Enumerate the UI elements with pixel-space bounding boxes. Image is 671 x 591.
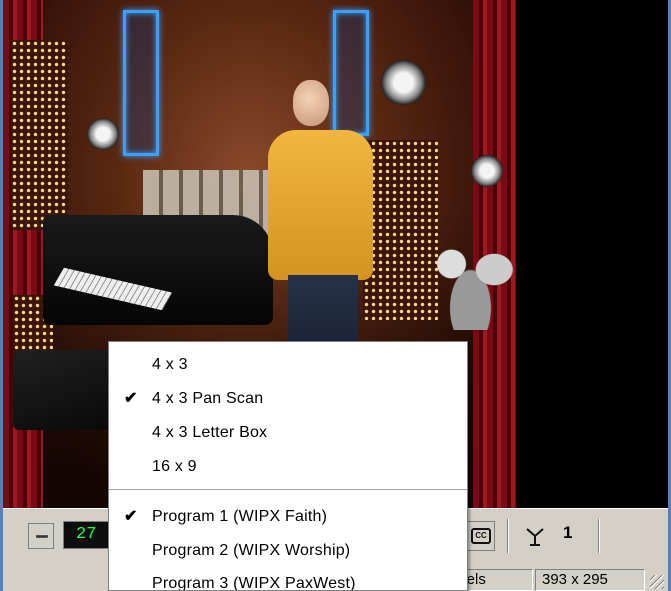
presenter-body — [268, 130, 373, 280]
neon-pillar-left — [123, 10, 159, 156]
menu-item-aspect-letter-box[interactable]: 4 x 3 Letter Box — [109, 416, 467, 450]
menu-item-program-2[interactable]: Program 2 (WIPX Worship) — [109, 534, 467, 568]
letterbox-area — [516, 0, 668, 508]
menu-item-label: 4 x 3 Letter Box — [152, 424, 268, 441]
closed-caption-button[interactable]: CC — [465, 521, 495, 551]
menu-item-label: 4 x 3 — [152, 356, 188, 373]
check-icon: ✔ — [124, 508, 138, 525]
toolbar-separator — [507, 519, 509, 553]
menu-item-program-3[interactable]: Program 3 (WIPX PaxWest) — [109, 567, 467, 591]
menu-item-label: 16 x 9 — [152, 458, 197, 475]
antenna-button[interactable] — [516, 521, 552, 551]
antenna-icon — [526, 528, 544, 546]
presenter-head — [293, 80, 329, 126]
channel-down-button[interactable] — [28, 523, 54, 549]
menu-separator — [109, 489, 467, 491]
toolbar-separator — [598, 519, 600, 553]
menu-item-program-1[interactable]: ✔ Program 1 (WIPX Faith) — [109, 500, 467, 534]
presenter-legs — [288, 275, 358, 350]
status-resolution: 393 x 295 — [535, 569, 645, 591]
channel-number-display: 27 — [63, 521, 113, 549]
menu-item-aspect-16x9[interactable]: 16 x 9 — [109, 450, 467, 484]
antenna-count: 1 — [563, 523, 573, 542]
cc-icon: CC — [471, 528, 491, 544]
drum-kit — [423, 220, 516, 330]
resize-grip[interactable] — [650, 575, 664, 589]
foreground-equipment — [13, 350, 123, 430]
light-wall-left — [11, 40, 69, 230]
neon-pillar-right — [333, 10, 369, 136]
check-icon: ✔ — [124, 390, 138, 407]
menu-item-label: Program 3 (WIPX PaxWest) — [152, 575, 356, 591]
menu-item-label: Program 1 (WIPX Faith) — [152, 508, 328, 525]
minus-icon — [36, 535, 48, 538]
menu-item-label: 4 x 3 Pan Scan — [152, 390, 264, 407]
menu-item-aspect-pan-scan[interactable]: ✔ 4 x 3 Pan Scan — [109, 382, 467, 416]
phonograph-horn — [471, 155, 503, 187]
menu-item-label: Program 2 (WIPX Worship) — [152, 542, 351, 559]
globe-lamp — [87, 118, 119, 150]
stage-lamp — [381, 60, 426, 105]
menu-item-aspect-4x3[interactable]: 4 x 3 — [109, 348, 467, 382]
context-menu: 4 x 3 ✔ 4 x 3 Pan Scan 4 x 3 Letter Box … — [108, 341, 468, 591]
